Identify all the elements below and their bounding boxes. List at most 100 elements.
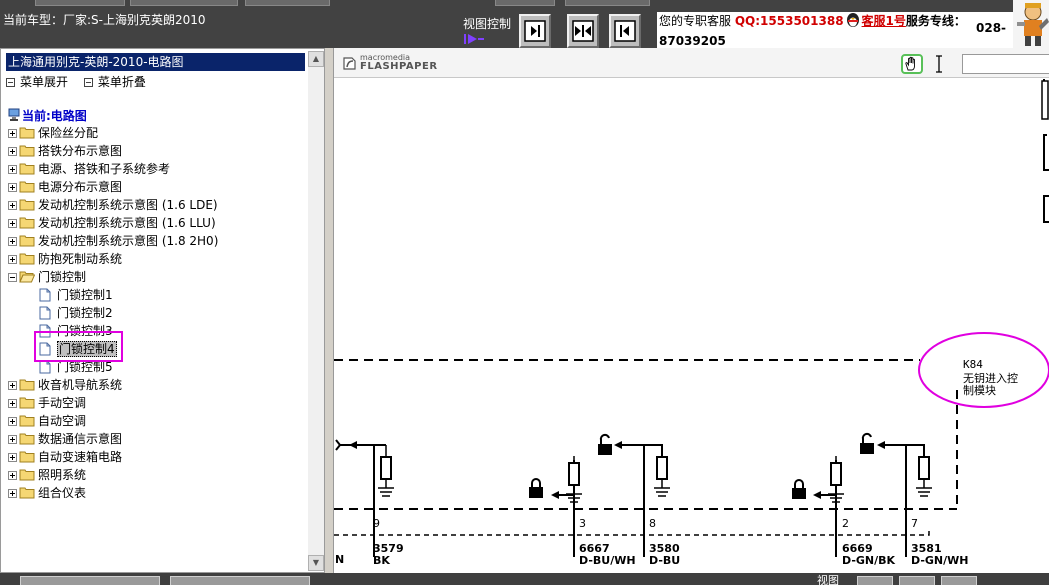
hand-tool-button[interactable] xyxy=(901,54,923,74)
tree-header: 上海通用别克-英朗-2010-电路图 xyxy=(6,53,305,71)
tree-item-manual-ac[interactable]: 手动空调 xyxy=(8,394,304,412)
wire-color: D-BU xyxy=(649,554,680,567)
folder-icon xyxy=(19,433,35,445)
top-bar: 当前车型：厂家:S-上海别克英朗2010 视图控制 您的专职客服 QQ:1553… xyxy=(0,0,1049,48)
bottom-tab-2[interactable] xyxy=(170,576,310,585)
unlock-icon xyxy=(860,432,874,454)
viewer-search-input[interactable] xyxy=(962,54,1049,74)
document-viewer: macromedia FLASHPAPER K84 无钥进入控 制模块 9 35… xyxy=(333,48,1049,573)
tree-item-data-comm[interactable]: 数据通信示意图 xyxy=(8,430,304,448)
expand-plus-icon[interactable] xyxy=(8,219,17,228)
expand-plus-icon[interactable] xyxy=(8,165,17,174)
folder-icon xyxy=(19,199,35,211)
folder-icon xyxy=(19,397,35,409)
expand-plus-icon[interactable] xyxy=(8,435,17,444)
tree-item-lighting[interactable]: 照明系统 xyxy=(8,466,304,484)
tree-item-power-dist[interactable]: 电源分布示意图 xyxy=(8,178,304,196)
tree-item-label: 电源、搭铁和子系统参考 xyxy=(38,162,171,176)
tree-item-fuse[interactable]: 保险丝分配 xyxy=(8,124,304,142)
circuit-7: 7 3581 D-GN/WH xyxy=(877,441,969,567)
top-tab-1[interactable] xyxy=(35,0,125,6)
expand-plus-icon[interactable] xyxy=(8,471,17,480)
wire-color: BK xyxy=(373,554,390,567)
bottom-view-label: 视图 xyxy=(817,574,839,585)
folder-icon xyxy=(19,487,35,499)
circuit-8: 8 3580 D-BU xyxy=(614,441,680,567)
tree-item-label: 防抱死制动系统 xyxy=(38,252,123,266)
collapse-minus-icon[interactable] xyxy=(8,273,17,282)
expand-plus-icon[interactable] xyxy=(8,147,17,156)
top-tab-5[interactable] xyxy=(565,0,650,6)
expand-plus-icon[interactable] xyxy=(8,255,17,264)
bottom-view-button-2[interactable] xyxy=(899,576,935,585)
expand-plus-icon[interactable] xyxy=(8,183,17,192)
wiring-diagram: K84 无钥进入控 制模块 9 3579 BK 3 6667 D-BU/WH 8… xyxy=(334,79,1049,567)
expand-plus-icon[interactable] xyxy=(8,237,17,246)
viewer-toolbar: macromedia FLASHPAPER xyxy=(334,48,1049,78)
tree-subitem-door-lock-1[interactable]: 门锁控制1 xyxy=(8,286,304,304)
pin-number: 8 xyxy=(649,517,656,530)
fit-page-icon xyxy=(572,20,594,42)
folder-open-icon xyxy=(19,271,35,283)
tree-item-power-ref[interactable]: 电源、搭铁和子系统参考 xyxy=(8,160,304,178)
annotation-highlight-box xyxy=(34,331,123,362)
wire-color: D-GN/WH xyxy=(911,554,969,567)
tree-item-engine-lde[interactable]: 发动机控制系统示意图 (1.6 LDE) xyxy=(8,196,304,214)
current-category: 当前:电路图 xyxy=(8,107,87,124)
expand-plus-icon[interactable] xyxy=(8,201,17,210)
expand-icon xyxy=(6,78,15,87)
tree-item-cluster[interactable]: 组合仪表 xyxy=(8,484,304,502)
truncated-glyph: N xyxy=(335,553,344,566)
menu-expand-button[interactable]: 菜单展开 xyxy=(6,75,68,89)
fit-page-button[interactable] xyxy=(567,14,599,48)
bottom-tab-1[interactable] xyxy=(20,576,160,585)
folder-icon xyxy=(19,145,35,157)
expand-plus-icon[interactable] xyxy=(8,489,17,498)
tree-item-abs[interactable]: 防抱死制动系统 xyxy=(8,250,304,268)
module-name-line2: 制模块 xyxy=(963,384,996,397)
top-tab-3[interactable] xyxy=(245,0,330,6)
expand-plus-icon[interactable] xyxy=(8,381,17,390)
tree-item-label: 发动机控制系统示意图 (1.8 2H0) xyxy=(38,234,219,248)
lock-icon xyxy=(529,478,543,498)
tree-item-auto-trans[interactable]: 自动变速箱电路 xyxy=(8,448,304,466)
text-select-icon[interactable] xyxy=(933,55,945,73)
menu-collapse-button[interactable]: 菜单折叠 xyxy=(83,75,146,89)
tree-subitem-label: 门锁控制1 xyxy=(57,288,113,302)
expand-plus-icon[interactable] xyxy=(8,417,17,426)
tree-item-label: 门锁控制 xyxy=(38,270,87,284)
tree-item-label: 发动机控制系统示意图 (1.6 LLU) xyxy=(38,216,216,230)
fit-width-button[interactable] xyxy=(519,14,551,48)
pin-number: 7 xyxy=(911,517,918,530)
tree-item-door-lock[interactable]: 门锁控制 xyxy=(8,268,304,286)
tree-item-engine-llu[interactable]: 发动机控制系统示意图 (1.6 LLU) xyxy=(8,214,304,232)
tree-item-engine-2h0[interactable]: 发动机控制系统示意图 (1.8 2H0) xyxy=(8,232,304,250)
folder-icon xyxy=(19,127,35,139)
tree-item-radio-nav[interactable]: 收音机导航系统 xyxy=(8,376,304,394)
qq-penguin-icon[interactable] xyxy=(845,12,861,28)
expand-plus-icon[interactable] xyxy=(8,129,17,138)
scroll-down-arrow[interactable]: ▼ xyxy=(308,555,324,571)
tree-scrollbar[interactable]: ▲ ▼ xyxy=(308,51,324,571)
top-tab-2[interactable] xyxy=(130,0,238,6)
tree-item-label: 数据通信示意图 xyxy=(38,432,123,446)
tree-subitem-door-lock-2[interactable]: 门锁控制2 xyxy=(8,304,304,322)
scroll-up-arrow[interactable]: ▲ xyxy=(308,51,324,67)
expand-plus-icon[interactable] xyxy=(8,399,17,408)
wire-color: D-GN/BK xyxy=(842,554,896,567)
support-agent-link[interactable]: 客服1号 xyxy=(862,14,906,28)
support-qq[interactable]: QQ:1553501388 xyxy=(735,14,844,28)
bottom-view-button-1[interactable] xyxy=(857,576,893,585)
tree-item-label: 发动机控制系统示意图 (1.6 LDE) xyxy=(38,198,218,212)
bottom-view-button-3[interactable] xyxy=(941,576,977,585)
expand-plus-icon[interactable] xyxy=(8,453,17,462)
tree-item-ground-dist[interactable]: 搭铁分布示意图 xyxy=(8,142,304,160)
actual-size-button[interactable] xyxy=(609,14,641,48)
flashpaper-logo-icon xyxy=(343,57,356,70)
panel-divider[interactable] xyxy=(325,48,333,573)
support-info: 您的专职客服 QQ:1553501388 客服1号服务专线： 028- 8703… xyxy=(657,12,1017,48)
top-tab-4[interactable] xyxy=(495,0,555,6)
tree-item-label: 自动变速箱电路 xyxy=(38,450,123,464)
tree-item-auto-ac[interactable]: 自动空调 xyxy=(8,412,304,430)
bottom-bar: 视图 xyxy=(0,573,1049,585)
